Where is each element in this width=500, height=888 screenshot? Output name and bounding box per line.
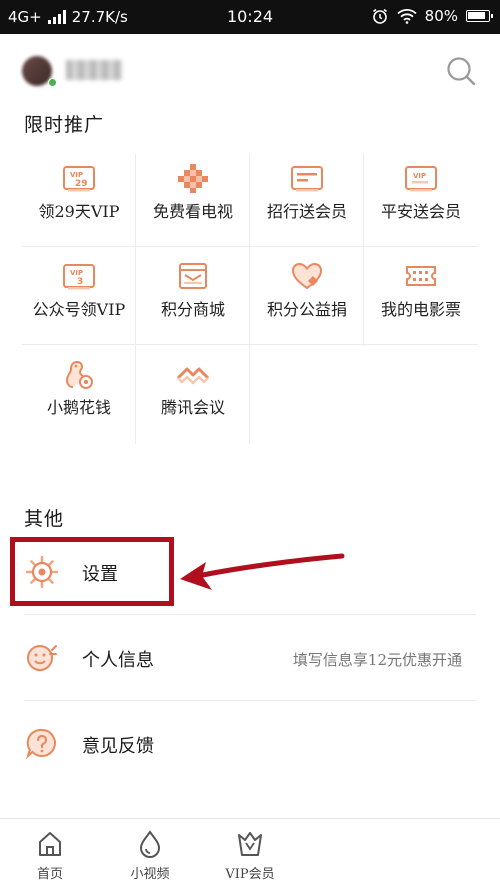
ticket-icon bbox=[406, 266, 436, 286]
tab-home[interactable]: 首页 bbox=[0, 819, 100, 888]
username-blurred[interactable] bbox=[66, 60, 122, 80]
promo-item-label: 招行送会员 bbox=[266, 202, 347, 221]
promo-item-vip29[interactable]: VIP 29 领29天VIP bbox=[22, 150, 136, 248]
drop-icon bbox=[139, 830, 161, 858]
promo-item-points-mall[interactable]: 积分商城 bbox=[136, 248, 250, 346]
svg-text:VIP: VIP bbox=[413, 172, 426, 180]
promo-item-charity[interactable]: 积分公益捐 bbox=[250, 248, 364, 346]
battery-percent: 80% bbox=[424, 7, 458, 25]
vip-3-card-icon: VIP3 bbox=[63, 264, 95, 290]
annotation-arrow bbox=[180, 553, 345, 590]
promo-section-title: 限时推广 bbox=[24, 114, 105, 136]
online-dot bbox=[48, 78, 57, 87]
promo-item-goose-pay[interactable]: 小鹅花钱 bbox=[22, 346, 136, 444]
feedback-label: 意见反馈 bbox=[82, 736, 154, 757]
promo-item-wechat-vip[interactable]: VIP 3 公众号领VIP bbox=[22, 248, 136, 346]
status-bar: 4G+ 27.7K/s 10:24 80% bbox=[0, 0, 500, 34]
svg-text:VIP: VIP bbox=[70, 171, 83, 179]
bottom-tab-bar: 首页 小视频 VIP会员 bbox=[0, 818, 500, 888]
home-icon bbox=[39, 832, 61, 856]
battery-icon bbox=[466, 10, 493, 22]
vip-card-icon: VIP bbox=[405, 166, 437, 192]
tv-diamond-icon bbox=[178, 164, 208, 193]
tab-vip[interactable]: VIP会员 bbox=[200, 819, 300, 888]
status-right: 80% bbox=[371, 7, 493, 25]
svg-text:VIP: VIP bbox=[70, 269, 83, 277]
promo-item-label: 公众号领VIP bbox=[32, 300, 126, 319]
profile-info-hint: 填写信息享12元优惠开通 bbox=[292, 651, 462, 669]
promo-item-tencent-meeting[interactable]: 腾讯会议 bbox=[136, 346, 250, 444]
profile-info-label: 个人信息 bbox=[82, 650, 154, 671]
goose-icon bbox=[65, 360, 93, 389]
promo-item-label: 积分商城 bbox=[160, 300, 225, 319]
tab-short-video[interactable]: 小视频 bbox=[100, 819, 200, 888]
promo-item-label: 平安送会员 bbox=[380, 202, 461, 221]
question-icon bbox=[26, 728, 56, 760]
meeting-icon bbox=[176, 367, 210, 385]
bank-card-icon bbox=[291, 166, 323, 192]
vip-crown-icon bbox=[238, 832, 262, 856]
promo-item-pingan-member[interactable]: VIP 平安送会员 bbox=[364, 150, 478, 248]
heart-icon bbox=[291, 262, 323, 290]
promo-item-label: 腾讯会议 bbox=[160, 398, 225, 417]
promo-item-label: 我的电影票 bbox=[380, 300, 461, 319]
promo-item-label: 积分公益捐 bbox=[266, 300, 347, 319]
tab-label: VIP会员 bbox=[225, 867, 275, 882]
wifi-icon bbox=[397, 9, 417, 24]
shop-icon bbox=[179, 263, 207, 289]
profile-face-icon bbox=[27, 645, 57, 671]
alarm-icon bbox=[372, 8, 387, 24]
vip-29-card-icon: VIP29 bbox=[63, 166, 95, 192]
profile-header bbox=[0, 34, 500, 98]
svg-text:3: 3 bbox=[77, 277, 83, 287]
other-section-title: 其他 bbox=[24, 508, 65, 530]
highlight-box bbox=[10, 537, 174, 606]
promo-item-label: 小鹅花钱 bbox=[46, 398, 111, 417]
promo-item-free-tv[interactable]: 免费看电视 bbox=[136, 150, 250, 248]
promo-item-cmb-member[interactable]: 招行送会员 bbox=[250, 150, 364, 248]
tab-label: 小视频 bbox=[130, 867, 170, 882]
promo-item-movie-tickets[interactable]: 我的电影票 bbox=[364, 248, 478, 346]
feedback-row[interactable]: 意见反馈 bbox=[0, 701, 500, 787]
profile-info-row[interactable]: 个人信息 填写信息享12元优惠开通 bbox=[0, 615, 500, 701]
promo-item-label: 领29天VIP bbox=[38, 202, 120, 221]
promo-item-label: 免费看电视 bbox=[152, 202, 233, 221]
search-icon[interactable] bbox=[444, 54, 478, 88]
tab-label: 首页 bbox=[36, 867, 63, 882]
svg-text:29: 29 bbox=[75, 179, 88, 189]
